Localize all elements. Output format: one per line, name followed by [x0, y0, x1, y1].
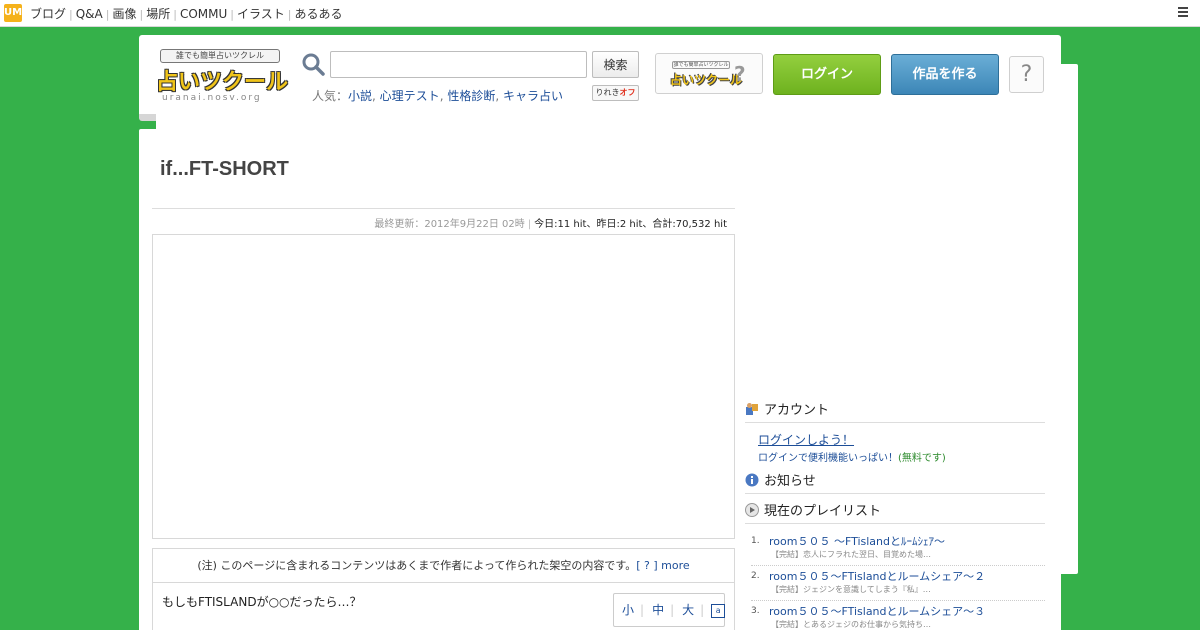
help-button[interactable]: ? [1009, 56, 1044, 93]
popular-novel[interactable]: 小説 [348, 89, 372, 103]
about-question-icon: ? [734, 62, 746, 86]
logo-url: uranai.nosv.org [162, 93, 262, 103]
login-benefit-text: ログインで便利機能いっぱい！(無料です) [758, 453, 946, 464]
playlist-item-desc: 【完結】とあるジェジのお仕事から気持ち… [771, 620, 931, 629]
notice-help-link[interactable]: [ ? ] [636, 559, 657, 572]
divider [152, 208, 735, 209]
popular-psych-test[interactable]: 心理テスト [380, 89, 440, 103]
play-icon [745, 503, 759, 517]
nav-blog[interactable]: ブログ [30, 7, 66, 21]
login-button[interactable]: ログイン [773, 54, 881, 95]
popular-chara[interactable]: キャラ占い [503, 89, 563, 103]
fiction-notice: (注) このページに含まれるコンテンツはあくまで作者によって作られた架空の内容で… [152, 548, 735, 582]
page-meta: 最終更新：2012年9月22日 02時 | 今日:11 hit、昨日:2 hit、合… [374, 219, 727, 230]
nav-aruaru[interactable]: あるある [294, 7, 342, 21]
info-icon [745, 473, 759, 487]
search-icon [302, 53, 325, 76]
site-logo[interactable]: 誰でも簡単占いツクレル 占いツクール uranai.nosv.org [156, 46, 1078, 574]
font-medium-button[interactable]: 中 [652, 603, 664, 617]
top-bar: UM ブログ | Q&A | 画像 | 場所 | COMMU | イラスト | あるある [0, 0, 1200, 27]
free-label: (無料です) [898, 453, 946, 464]
playlist-item[interactable]: 2. room５０５～FTislandとルームシェア～２ 【完結】ジェジンを意識… [751, 567, 1045, 601]
playlist-item-desc: 【完結】ジェジンを意識してしまう『私』… [771, 585, 931, 594]
popular-label: 人気： [312, 89, 349, 103]
about-logo-text: 占いツクール [670, 73, 743, 87]
account-icon [746, 403, 758, 415]
content-area [152, 234, 735, 539]
last-updated: 最終更新：2012年9月22日 02時 [374, 219, 525, 230]
story-body: もしもFTISLANDが○○だったら…？ 小 | 中 | 大 | a [152, 582, 735, 630]
about-logo-button[interactable]: 誰でも簡単占いツクレル 占いツクール ? [655, 53, 763, 94]
notice-more-link[interactable]: more [661, 559, 690, 572]
nav-commu[interactable]: COMMU [180, 7, 227, 21]
playlist-item-title[interactable]: room５０５～FTislandとルームシェア～３ [769, 603, 985, 619]
playlist-item-title[interactable]: room５０５ ～FTislandとﾙｰﾑｼｪｱ～ [769, 533, 945, 549]
font-settings-icon[interactable]: a [711, 603, 726, 618]
playlist-heading: 現在のプレイリスト [745, 500, 1045, 524]
site-header: 誰でも簡単占いツクレル 占いツクール uranai.nosv.org 検索 人気… [139, 35, 1078, 574]
nav-qa[interactable]: Q&A [76, 7, 103, 21]
playlist-item[interactable]: 3. room５０５～FTislandとルームシェア～３ 【完結】とあるジェジの… [751, 602, 1045, 630]
account-heading: アカウント [745, 399, 1045, 423]
logo-banner: 誰でも簡単占いツクレル [160, 49, 280, 63]
history-state: オフ [619, 88, 636, 97]
search-input[interactable] [330, 51, 587, 78]
story-intro: もしもFTISLANDが○○だったら…？ [162, 595, 362, 609]
font-large-button[interactable]: 大 [682, 603, 694, 617]
hit-counts: 今日:11 hit、昨日:2 hit、合計:70,532 hit [534, 219, 727, 230]
nav-images[interactable]: 画像 [112, 7, 136, 21]
login-prompt-link[interactable]: ログインしよう！ [758, 431, 854, 448]
playlist-item-desc: 【完結】恋人にフラれた翌日、目覚めた場… [771, 550, 931, 559]
um-logo[interactable]: UM [4, 4, 22, 22]
hamburger-icon[interactable] [1178, 7, 1188, 18]
nav-places[interactable]: 場所 [146, 7, 170, 21]
nav-illust[interactable]: イラスト [237, 7, 285, 21]
create-work-button[interactable]: 作品を作る [891, 54, 999, 95]
history-toggle[interactable]: りれきオフ [592, 85, 639, 101]
notice-text: (注) このページに含まれるコンテンツはあくまで作者によって作られた架空の内容で… [197, 559, 637, 572]
page-title: if...FT-SHORT [160, 158, 289, 180]
main-content: if...FT-SHORT 最終更新：2012年9月22日 02時 | 今日:11 … [139, 129, 1061, 630]
popular-links: 人気：小説, 心理テスト, 性格診断, キャラ占い [312, 89, 563, 103]
notice-heading[interactable]: お知らせ [745, 470, 1045, 494]
search-button[interactable]: 検索 [592, 51, 639, 78]
playlist-item[interactable]: 1. room５０５ ～FTislandとﾙｰﾑｼｪｱ～ 【完結】恋人にフラれた… [751, 532, 1045, 566]
about-logo-banner: 誰でも簡単占いツクレル [672, 61, 730, 69]
font-size-selector: 小 | 中 | 大 | a [613, 593, 726, 627]
playlist-item-title[interactable]: room５０５～FTislandとルームシェア～２ [769, 568, 985, 584]
top-nav: ブログ | Q&A | 画像 | 場所 | COMMU | イラスト | あるある [30, 7, 343, 21]
popular-personality[interactable]: 性格診断 [447, 89, 495, 103]
font-small-button[interactable]: 小 [622, 603, 634, 617]
history-label: りれき [595, 88, 620, 97]
